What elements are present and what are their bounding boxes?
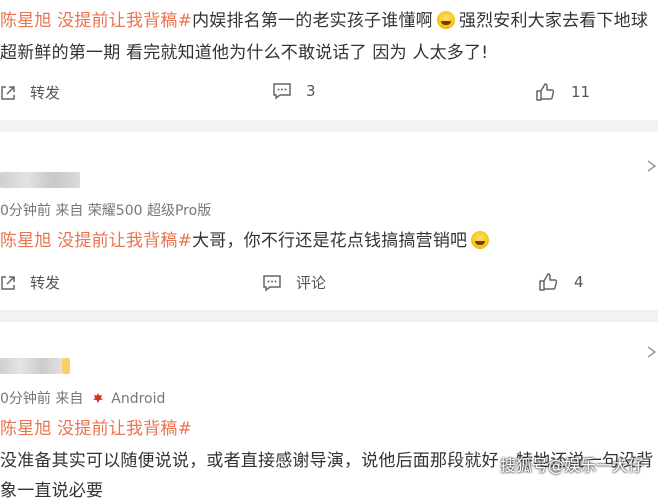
- comment-text: 强烈安利大家去看下地球: [458, 11, 649, 31]
- share-button[interactable]: 转发: [0, 272, 60, 293]
- android-icon: [92, 393, 103, 403]
- like-button[interactable]: 4: [538, 272, 584, 292]
- comment-button[interactable]: 评论: [262, 272, 326, 293]
- comment-meta: 0分钟前 来自 Android: [0, 388, 165, 408]
- comment2-text: 陈星旭 没提前让我背稿#大哥，你不行还是花点钱搞搞营销吧: [0, 226, 493, 251]
- comment-text: 大哥，你不行还是花点钱搞搞营销吧: [192, 231, 468, 251]
- comment-text: 象一直说必要: [0, 481, 104, 501]
- topic-link[interactable]: 陈星旭 没提前让我背稿#: [0, 231, 192, 251]
- like-count: 11: [571, 83, 591, 101]
- like-icon: [536, 83, 555, 101]
- watermark: 搜狐号@娱乐一大仔: [499, 456, 644, 475]
- laughing-emoji-icon: [471, 231, 490, 249]
- user-badge: [62, 358, 70, 374]
- comment-count: 3: [306, 82, 316, 100]
- meta-time-source: 0分钟前 来自: [0, 391, 84, 407]
- laughing-emoji-icon: [436, 11, 455, 29]
- topic-link[interactable]: 陈星旭 没提前让我背稿#: [0, 11, 192, 31]
- share-icon: [1, 85, 15, 100]
- like-button[interactable]: 11: [535, 82, 590, 102]
- comment-separator: [0, 310, 658, 322]
- chevron-down-icon[interactable]: [648, 344, 658, 360]
- topic-link[interactable]: 陈星旭 没提前让我背稿#: [0, 414, 192, 439]
- share-button[interactable]: 转发: [0, 82, 60, 103]
- share-icon: [1, 275, 15, 290]
- like-icon: [539, 273, 558, 291]
- share-label: 转发: [30, 274, 61, 292]
- avatar-username-blurred: [0, 358, 62, 374]
- share-label: 转发: [30, 84, 61, 102]
- comment1-line1: 陈星旭 没提前让我背稿#内娱排名第一的老实孩子谁懂啊 强烈安利大家去看下地球: [0, 6, 648, 31]
- avatar-username-blurred: [0, 172, 80, 188]
- comment-icon: [273, 83, 291, 100]
- like-count: 4: [574, 273, 584, 291]
- comment-meta: 0分钟前 来自 荣耀500 超级Pro版: [0, 203, 212, 219]
- comment1-line2: 超新鲜的第一期 看完就知道他为什么不敢说话了 因为 人太多了!: [0, 43, 489, 63]
- comment-label: 评论: [296, 274, 327, 292]
- chevron-down-icon[interactable]: [648, 158, 658, 174]
- meta-device: Android: [111, 391, 166, 407]
- comment-button[interactable]: 3: [272, 82, 316, 100]
- comment-text: 内娱排名第一的老实孩子谁懂啊: [192, 11, 433, 31]
- comment-icon: [263, 274, 281, 291]
- comment-separator: [0, 120, 658, 132]
